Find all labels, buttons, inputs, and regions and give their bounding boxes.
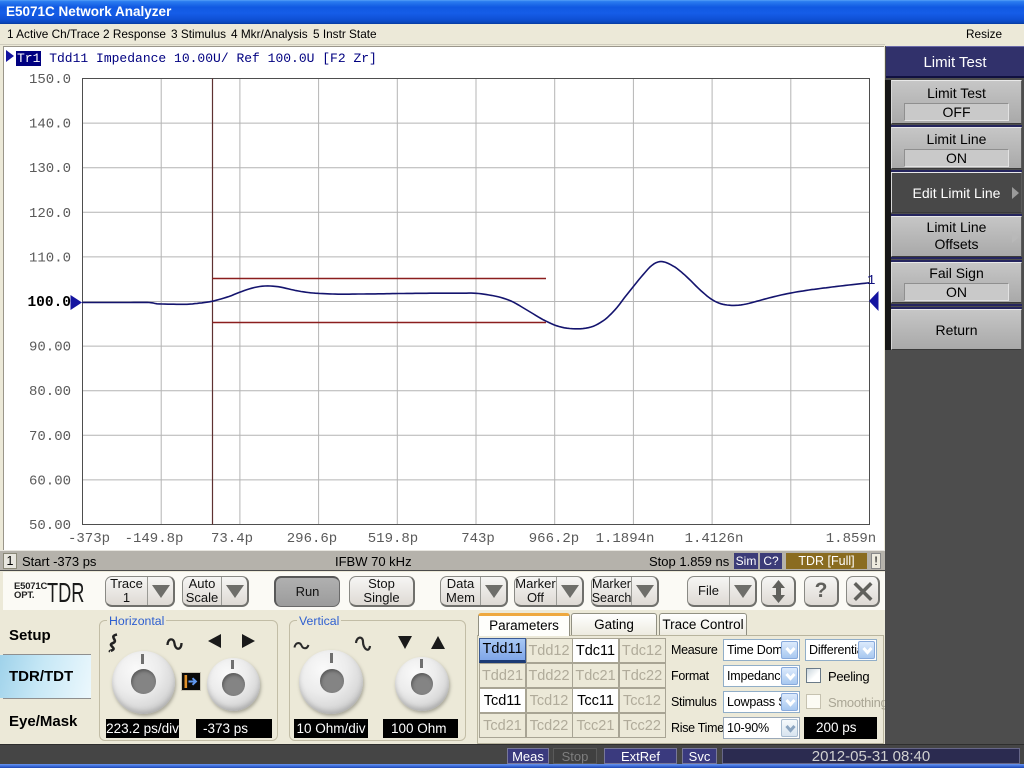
- svg-text:296.6p: 296.6p: [287, 531, 337, 547]
- svg-text:130.0: 130.0: [29, 161, 71, 177]
- svg-text:90.00: 90.00: [29, 340, 71, 356]
- svg-text:519.8p: 519.8p: [368, 531, 418, 547]
- svg-text:743p: 743p: [461, 531, 495, 547]
- svg-text:140.0: 140.0: [29, 117, 71, 133]
- svg-text:50.00: 50.00: [29, 518, 71, 534]
- svg-text:1: 1: [867, 273, 875, 289]
- svg-text:966.2p: 966.2p: [529, 531, 579, 547]
- svg-text:1.859n: 1.859n: [826, 531, 876, 547]
- svg-text:150.0: 150.0: [29, 72, 71, 88]
- svg-text:70.00: 70.00: [29, 429, 71, 445]
- svg-text:80.00: 80.00: [29, 384, 71, 400]
- svg-text:1.1894n: 1.1894n: [596, 531, 655, 547]
- svg-text:73.4p: 73.4p: [211, 531, 253, 547]
- svg-text:-149.8p: -149.8p: [125, 531, 184, 547]
- svg-text:100.0: 100.0: [27, 295, 71, 311]
- svg-text:110.0: 110.0: [29, 250, 71, 266]
- svg-text:1.4126n: 1.4126n: [685, 531, 744, 547]
- svg-text:-373p: -373p: [68, 531, 110, 547]
- svg-text:60.00: 60.00: [29, 473, 71, 489]
- svg-text:120.0: 120.0: [29, 206, 71, 222]
